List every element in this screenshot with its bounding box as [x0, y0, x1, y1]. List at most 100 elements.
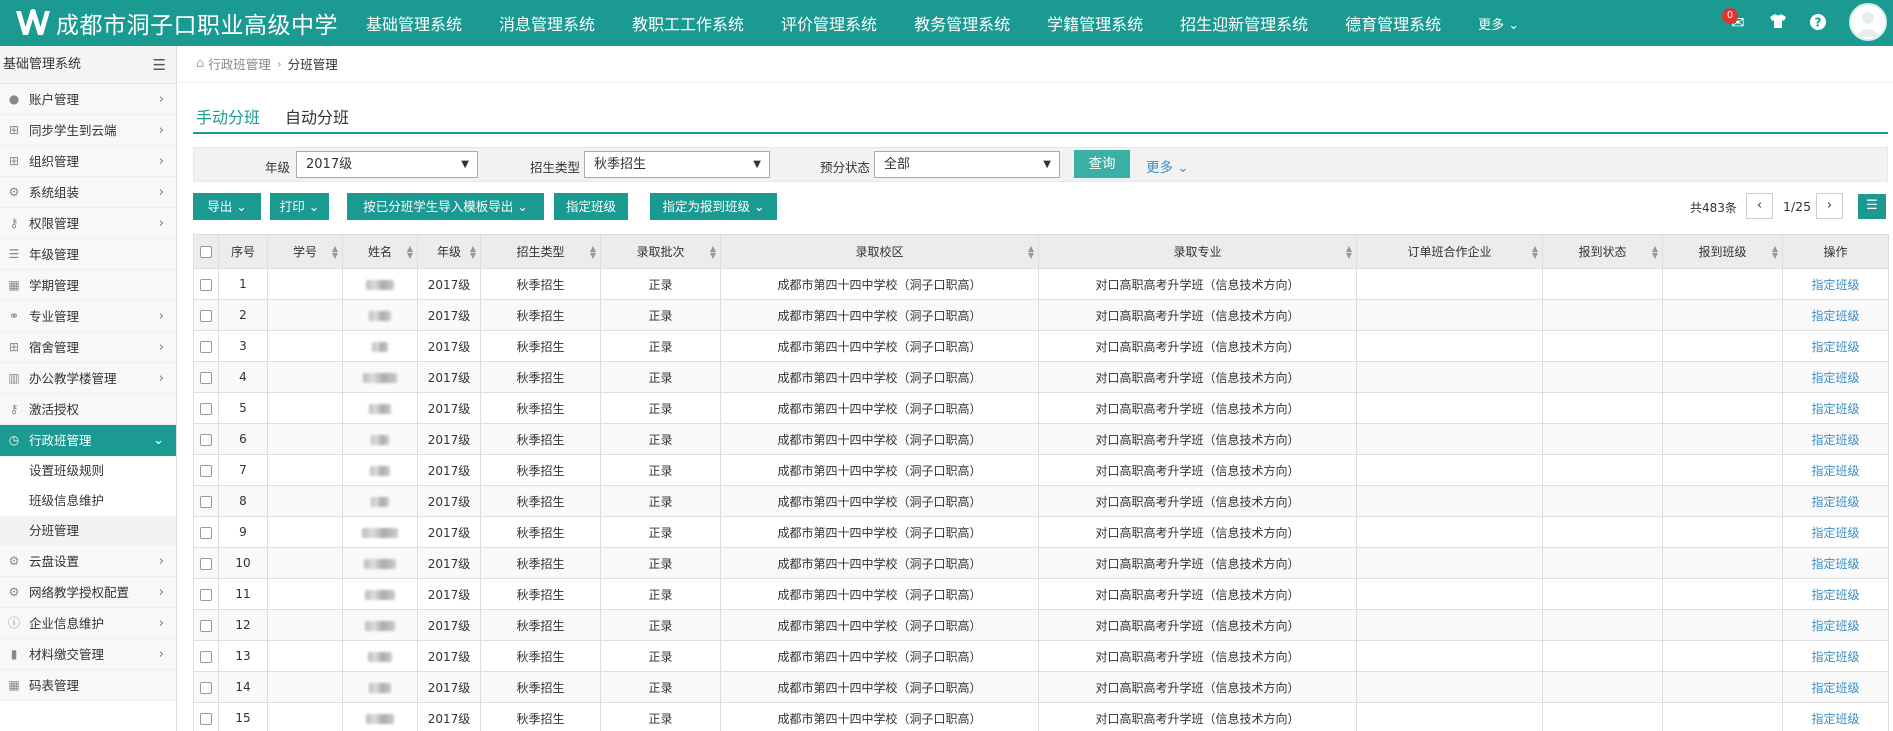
column-header-student-id[interactable]: 学号 ▲ ▼ — [267, 234, 343, 269]
assign-class-link[interactable]: 指定班级 — [1811, 278, 1859, 292]
row-checkbox[interactable] — [200, 309, 212, 322]
menu-toggle-icon[interactable]: ☰ — [153, 46, 166, 84]
table-row[interactable]: 7 2017级 秋季招生 正录 成都市第四十四中学校（洞子口职高） 对口高职高考升学班（信… — [193, 454, 1889, 486]
nav-item-basic[interactable]: 基础管理系统 — [366, 11, 462, 35]
table-row[interactable]: 8 2017级 秋季招生 正录 成都市第四十四中学校（洞子口职高） 对口高职高考升学班（信… — [193, 485, 1889, 517]
assign-class-link[interactable]: 指定班级 — [1811, 650, 1859, 664]
print-button[interactable]: 打印 ⌄ — [270, 193, 329, 220]
assign-class-link[interactable]: 指定班级 — [1811, 433, 1859, 447]
table-row[interactable]: 14 2017级 秋季招生 正录 成都市第四十四中学校（洞子口职高） 对口高职高考升学班（… — [193, 671, 1889, 703]
assign-class-link[interactable]: 指定班级 — [1811, 681, 1859, 695]
assign-class-link[interactable]: 指定班级 — [1811, 588, 1859, 602]
tab-auto-assign[interactable]: 自动分班 — [285, 104, 349, 128]
more-filters-link[interactable]: 更多 ⌄ — [1146, 156, 1189, 176]
row-select-cell[interactable] — [193, 423, 219, 455]
sidebar-item-sync[interactable]: ⊞ 同步学生到云端 › — [0, 115, 176, 146]
sort-icon[interactable]: ▲ ▼ — [1532, 245, 1538, 260]
user-avatar[interactable] — [1849, 3, 1887, 41]
sidebar-subitem-class-rules[interactable]: 设置班级规则 — [0, 456, 176, 486]
row-select-cell[interactable] — [193, 485, 219, 517]
table-row[interactable]: 2 2017级 秋季招生 正录 成都市第四十四中学校（洞子口职高） 对口高职高考升学班（信… — [193, 299, 1889, 331]
sort-icon[interactable]: ▲ ▼ — [1346, 245, 1352, 260]
column-header-major[interactable]: 录取专业 ▲ ▼ — [1038, 234, 1357, 269]
assign-class-button[interactable]: 指定班级 — [554, 193, 628, 220]
sort-icon[interactable]: ▲ ▼ — [1772, 245, 1778, 260]
row-checkbox[interactable] — [200, 371, 212, 384]
assign-class-link[interactable]: 指定班级 — [1811, 619, 1859, 633]
breadcrumb-parent[interactable]: 行政班管理 — [208, 54, 271, 73]
nav-item-staff[interactable]: 教职工工作系统 — [632, 11, 744, 35]
row-checkbox[interactable] — [200, 278, 212, 291]
row-select-cell[interactable] — [193, 392, 219, 424]
query-button[interactable]: 查询 — [1074, 150, 1130, 178]
sidebar-item-enterprise[interactable]: ⓘ 企业信息维护 › — [0, 608, 176, 639]
row-checkbox[interactable] — [200, 619, 212, 632]
assign-report-class-button[interactable]: 指定为报到班级 ⌄ — [650, 193, 777, 220]
row-checkbox[interactable] — [200, 557, 212, 570]
sidebar-item-network-teaching[interactable]: ⚙ 网络教学授权配置 › — [0, 577, 176, 608]
nav-item-enrollment[interactable]: 招生迎新管理系统 — [1180, 11, 1308, 35]
column-header-grade[interactable]: 年级 ▲ ▼ — [417, 234, 481, 269]
row-checkbox[interactable] — [200, 588, 212, 601]
assign-class-link[interactable]: 指定班级 — [1811, 712, 1859, 726]
sidebar-item-account[interactable]: ● 账户管理 › — [0, 84, 176, 115]
column-header-campus[interactable]: 录取校区 ▲ ▼ — [720, 234, 1039, 269]
next-page-button[interactable]: › — [1816, 193, 1843, 219]
row-checkbox[interactable] — [200, 495, 212, 508]
sidebar-item-codes[interactable]: ▦ 码表管理 — [0, 670, 176, 701]
row-select-cell[interactable] — [193, 299, 219, 331]
prev-page-button[interactable]: ‹ — [1746, 193, 1773, 219]
row-select-cell[interactable] — [193, 640, 219, 672]
table-row[interactable]: 6 2017级 秋季招生 正录 成都市第四十四中学校（洞子口职高） 对口高职高考升学班（信… — [193, 423, 1889, 455]
column-header-report-class[interactable]: 报到班级 ▲ ▼ — [1662, 234, 1783, 269]
grade-select[interactable]: 2017级 ▼ — [296, 151, 478, 178]
table-row[interactable]: 13 2017级 秋季招生 正录 成都市第四十四中学校（洞子口职高） 对口高职高考升学班（… — [193, 640, 1889, 672]
nav-item-registry[interactable]: 学籍管理系统 — [1047, 11, 1143, 35]
export-button[interactable]: 导出 ⌄ — [193, 193, 261, 220]
assign-class-link[interactable]: 指定班级 — [1811, 557, 1859, 571]
sort-icon[interactable]: ▲ ▼ — [332, 245, 338, 260]
row-select-cell[interactable] — [193, 361, 219, 393]
sidebar-item-org[interactable]: ⊞ 组织管理 › — [0, 146, 176, 177]
assign-class-link[interactable]: 指定班级 — [1811, 402, 1859, 416]
row-select-cell[interactable] — [193, 454, 219, 486]
select-all-header[interactable] — [193, 234, 219, 269]
table-row[interactable]: 3 2017级 秋季招生 正录 成都市第四十四中学校（洞子口职高） 对口高职高考升学班（信… — [193, 330, 1889, 362]
table-row[interactable]: 15 2017级 秋季招生 正录 成都市第四十四中学校（洞子口职高） 对口高职高考升学班（… — [193, 702, 1889, 731]
table-row[interactable]: 5 2017级 秋季招生 正录 成都市第四十四中学校（洞子口职高） 对口高职高考升学班（信… — [193, 392, 1889, 424]
sort-icon[interactable]: ▲ ▼ — [590, 245, 596, 260]
column-header-enterprise[interactable]: 订单班合作企业 ▲ ▼ — [1356, 234, 1543, 269]
row-checkbox[interactable] — [200, 433, 212, 446]
column-header-batch[interactable]: 录取批次 ▲ ▼ — [600, 234, 721, 269]
column-header-type[interactable]: 招生类型 ▲ ▼ — [480, 234, 601, 269]
pre-assign-status-select[interactable]: 全部 ▼ — [874, 151, 1060, 178]
row-select-cell[interactable] — [193, 547, 219, 579]
nav-item-moral[interactable]: 德育管理系统 — [1345, 11, 1441, 35]
sort-icon[interactable]: ▲ ▼ — [710, 245, 716, 260]
sidebar-item-dorm[interactable]: ⊞ 宿舍管理 › — [0, 332, 176, 363]
table-row[interactable]: 10 2017级 秋季招生 正录 成都市第四十四中学校（洞子口职高） 对口高职高考升学班（… — [193, 547, 1889, 579]
sort-icon[interactable]: ▲ ▼ — [1652, 245, 1658, 260]
sort-icon[interactable]: ▲ ▼ — [1028, 245, 1034, 260]
row-checkbox[interactable] — [200, 402, 212, 415]
row-select-cell[interactable] — [193, 609, 219, 641]
assign-class-link[interactable]: 指定班级 — [1811, 526, 1859, 540]
table-row[interactable]: 11 2017级 秋季招生 正录 成都市第四十四中学校（洞子口职高） 对口高职高考升学班（… — [193, 578, 1889, 610]
select-all-checkbox[interactable] — [200, 246, 212, 258]
table-row[interactable]: 9 2017级 秋季招生 正录 成都市第四十四中学校（洞子口职高） 对口高职高考升学班（信… — [193, 516, 1889, 548]
sidebar-item-semester[interactable]: ▦ 学期管理 — [0, 270, 176, 301]
table-row[interactable]: 1 2017级 秋季招生 正录 成都市第四十四中学校（洞子口职高） 对口高职高考升学班（信… — [193, 268, 1889, 300]
column-header-report-status[interactable]: 报到状态 ▲ ▼ — [1542, 234, 1663, 269]
sidebar-item-grade[interactable]: ☰ 年级管理 — [0, 239, 176, 270]
sidebar-subitem-class-info[interactable]: 班级信息维护 — [0, 486, 176, 516]
sidebar-item-cloud[interactable]: ⚙ 云盘设置 › — [0, 546, 176, 577]
row-checkbox[interactable] — [200, 681, 212, 694]
row-select-cell[interactable] — [193, 671, 219, 703]
table-row[interactable]: 4 2017级 秋季招生 正录 成都市第四十四中学校（洞子口职高） 对口高职高考升学班（信… — [193, 361, 1889, 393]
column-header-name[interactable]: 姓名 ▲ ▼ — [342, 234, 418, 269]
assign-class-link[interactable]: 指定班级 — [1811, 464, 1859, 478]
sidebar-item-admin-class[interactable]: ◷ 行政班管理 ⌄ — [0, 425, 176, 456]
tab-manual-assign[interactable]: 手动分班 — [196, 104, 261, 134]
row-select-cell[interactable] — [193, 578, 219, 610]
enrollment-type-select[interactable]: 秋季招生 ▼ — [584, 151, 770, 178]
